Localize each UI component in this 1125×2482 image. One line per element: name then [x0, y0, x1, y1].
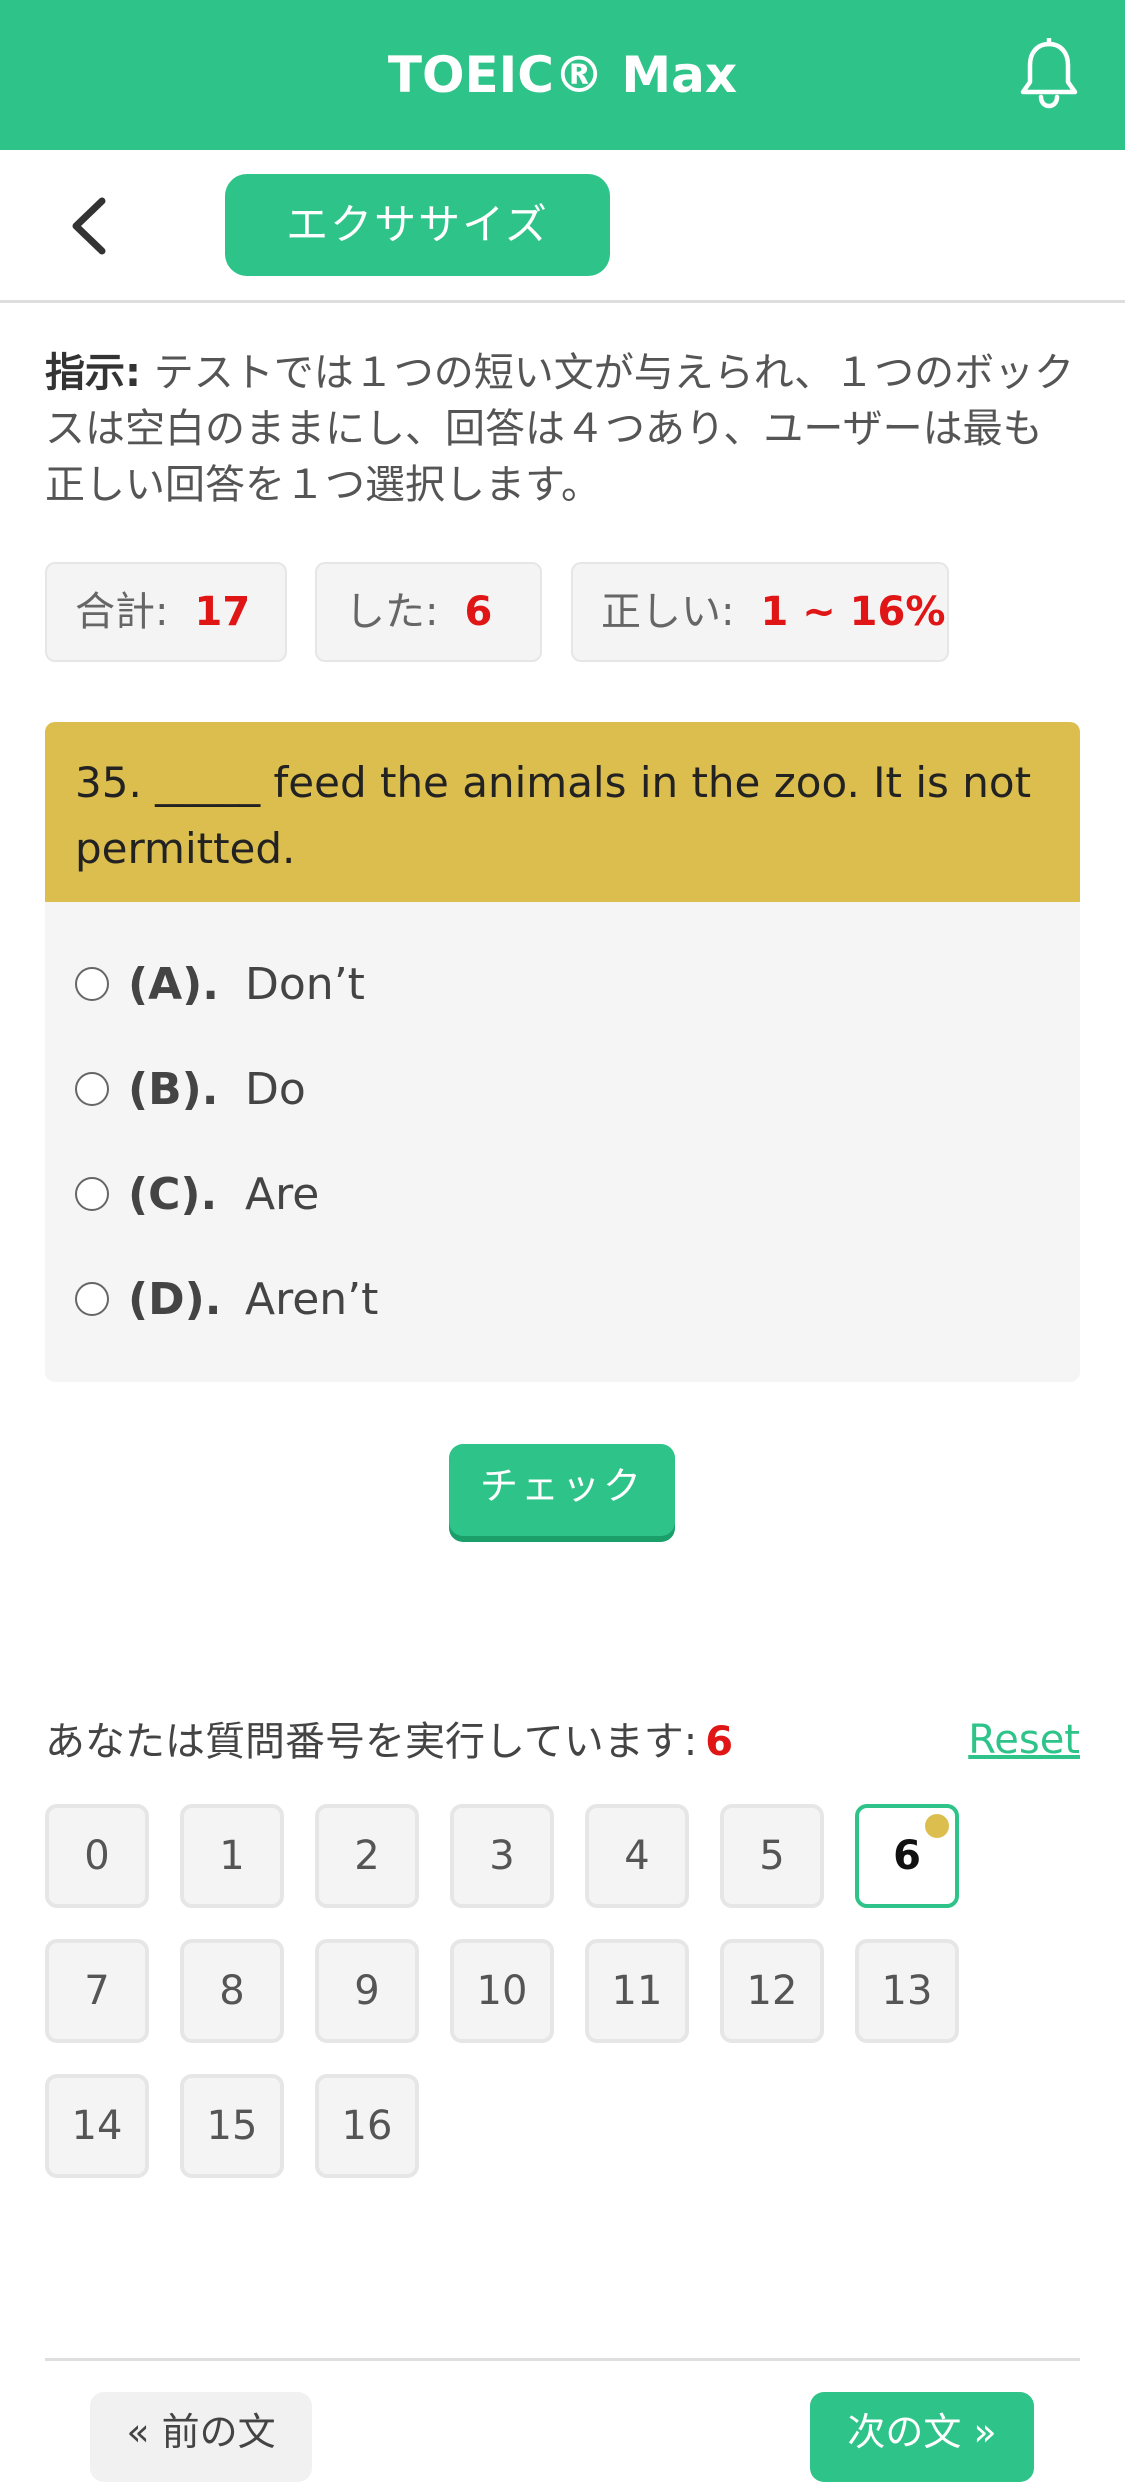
sub-navigation: エクササイズ	[0, 150, 1125, 303]
option-d[interactable]: (D). Aren’t	[75, 1267, 975, 1337]
chevron-left-icon[interactable]	[62, 193, 122, 259]
option-a-letter: (A).	[128, 959, 219, 1010]
instruction-label: 指示:	[45, 350, 141, 396]
stat-total-label: 合計:	[75, 589, 169, 635]
question-number-1[interactable]: 1	[180, 1804, 284, 1908]
question-number-4[interactable]: 4	[585, 1804, 689, 1908]
stat-total: 合計: 17	[45, 562, 287, 662]
instruction-body: テストでは１つの短い文が与えられ、１つのボックスは空白のままにし、回答は４つあり…	[45, 350, 1075, 508]
option-c-letter: (C).	[128, 1169, 218, 1220]
option-c-text: Are	[245, 1169, 320, 1220]
divider	[45, 2358, 1080, 2361]
question-number-15[interactable]: 15	[180, 2074, 284, 2178]
instruction-text: 指示: テストでは１つの短い文が与えられ、１つのボックスは空白のままにし、回答は…	[45, 345, 1075, 513]
next-sentence-button[interactable]: 次の文 »	[810, 2392, 1034, 2482]
question-number-6[interactable]: 6	[855, 1804, 959, 1908]
previous-sentence-button[interactable]: « 前の文	[90, 2392, 312, 2482]
stat-done-value: 6	[464, 589, 493, 635]
check-button[interactable]: チェック	[449, 1444, 675, 1536]
progress-label-text: あなたは質問番号を実行しています:	[45, 1719, 698, 1765]
current-question-number: 6	[705, 1719, 734, 1765]
question-number-12[interactable]: 12	[720, 1939, 824, 2043]
question-number-9[interactable]: 9	[315, 1939, 419, 2043]
question-number-14[interactable]: 14	[45, 2074, 149, 2178]
stat-correct-value: 1 ~ 16%	[760, 589, 946, 635]
app-header: TOEIC® Max	[0, 0, 1125, 150]
answer-options: (A). Don’t (B). Do (C). Are (D). Aren’t	[45, 902, 1080, 1382]
question-number-11[interactable]: 11	[585, 1939, 689, 2043]
app-title: TOEIC® Max	[387, 46, 738, 104]
current-indicator-dot	[925, 1814, 949, 1838]
question-number-13[interactable]: 13	[855, 1939, 959, 2043]
bell-icon[interactable]	[1017, 38, 1081, 110]
option-d-radio[interactable]	[75, 1282, 109, 1316]
option-b-radio[interactable]	[75, 1072, 109, 1106]
stat-correct-label: 正しい:	[601, 589, 735, 635]
question-number-0[interactable]: 0	[45, 1804, 149, 1908]
option-a[interactable]: (A). Don’t	[75, 952, 975, 1022]
question-number-7[interactable]: 7	[45, 1939, 149, 2043]
option-b-letter: (B).	[128, 1064, 219, 1115]
question-number-8[interactable]: 8	[180, 1939, 284, 2043]
option-d-letter: (D).	[128, 1274, 222, 1325]
option-a-text: Don’t	[245, 959, 365, 1010]
tab-exercise[interactable]: エクササイズ	[225, 174, 610, 276]
option-b[interactable]: (B). Do	[75, 1057, 975, 1127]
question-number-2[interactable]: 2	[315, 1804, 419, 1908]
question-text: 35. _____ feed the animals in the zoo. I…	[45, 722, 1080, 902]
option-c-radio[interactable]	[75, 1177, 109, 1211]
stat-done: した: 6	[315, 562, 542, 662]
progress-label: あなたは質問番号を実行しています: 6	[45, 1712, 733, 1772]
stat-total-value: 17	[194, 589, 251, 635]
stat-done-label: した:	[345, 589, 439, 635]
option-b-text: Do	[245, 1064, 306, 1115]
option-c[interactable]: (C). Are	[75, 1162, 975, 1232]
stat-correct: 正しい: 1 ~ 16%	[571, 562, 949, 662]
question-number-10[interactable]: 10	[450, 1939, 554, 2043]
question-number-16[interactable]: 16	[315, 2074, 419, 2178]
option-d-text: Aren’t	[245, 1274, 379, 1325]
question-number-5[interactable]: 5	[720, 1804, 824, 1908]
reset-link[interactable]: Reset	[968, 1710, 1080, 1770]
question-number-3[interactable]: 3	[450, 1804, 554, 1908]
option-a-radio[interactable]	[75, 967, 109, 1001]
